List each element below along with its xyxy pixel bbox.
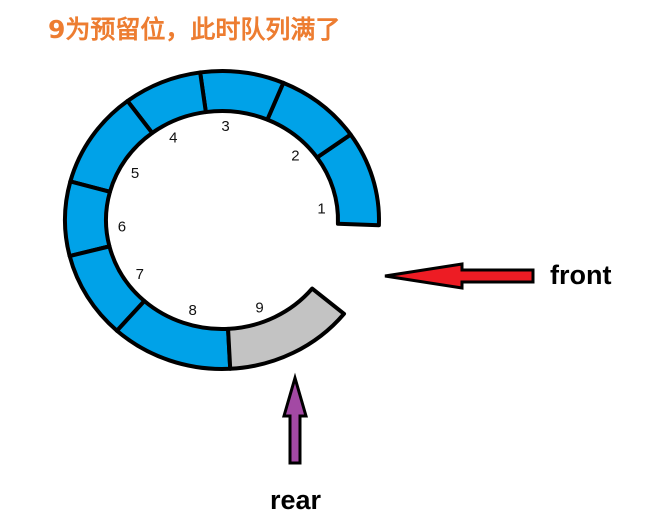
slot-label-3: 3 [221,118,229,135]
slot-label-7: 7 [136,266,144,283]
queue-slot-9 [226,286,347,371]
circular-queue-diagram: 1 2 3 4 5 6 7 8 9 front rear [63,69,611,515]
slot-label-9: 9 [255,299,263,316]
queue-ring [63,69,381,371]
slot-label-6: 6 [118,219,126,236]
slot-label-5: 5 [131,165,139,182]
slot-label-2: 2 [291,148,299,165]
slot-label-8: 8 [188,302,196,319]
rear-arrow-shape [282,372,308,465]
front-label: front [550,260,611,290]
rear-arrow [282,372,308,465]
queue-slot-5 [68,99,155,194]
rear-label: rear [270,485,322,515]
queue-slot-8 [114,299,233,371]
queue-slot-6 [63,179,112,259]
slot-label-1: 1 [317,201,325,218]
slot-labels: 1 2 3 4 5 6 7 8 9 [118,118,326,319]
front-arrow [384,262,535,290]
front-arrow-shape [384,262,535,290]
queue-slot-3 [198,69,286,122]
slot-label-4: 4 [169,130,177,147]
